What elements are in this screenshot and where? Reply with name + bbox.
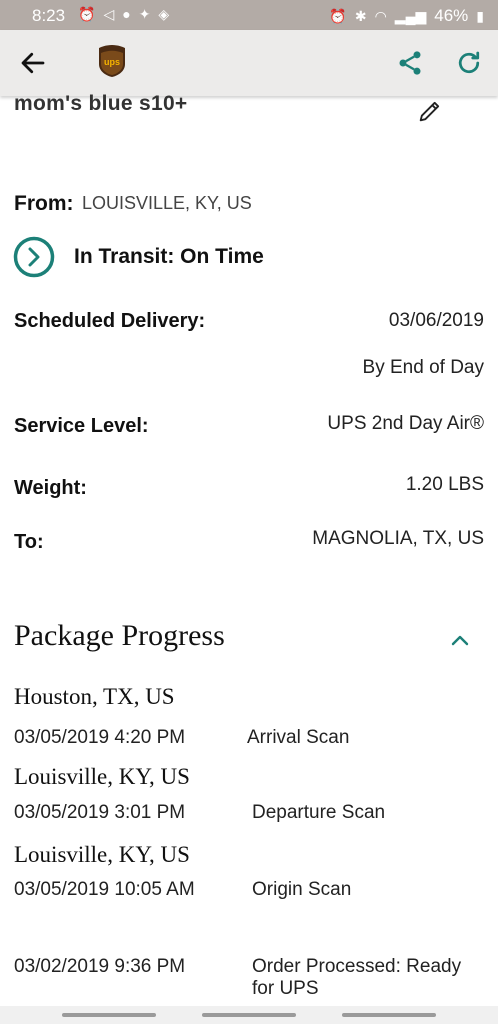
status-bar: 8:23 ⏰ ◁ ● ✦ ◈ ⏰ ✱ ◠ ▂▄▆ 46% ▮	[0, 0, 498, 30]
package-nickname: mom's blue s10+	[14, 92, 188, 115]
ups-logo-text: ups	[104, 57, 120, 67]
progress-event-datetime: 03/05/2019 10:05 AM	[14, 879, 195, 900]
signal-icon: ▂▄▆	[394, 7, 427, 24]
service-level-label: Service Level:	[14, 415, 149, 437]
arrow-left-icon[interactable]	[18, 48, 48, 78]
nav-back-button[interactable]	[342, 1013, 436, 1017]
progress-event-datetime: 03/05/2019 3:01 PM	[14, 802, 186, 823]
battery-level: 46%	[434, 6, 469, 25]
to-label: To:	[14, 531, 44, 553]
progress-event-datetime: 03/02/2019 9:36 PM	[14, 956, 186, 977]
progress-location: Louisville, KY, US	[14, 764, 190, 789]
battery-icon: ▮	[476, 7, 484, 24]
system-nav-bar	[0, 1006, 498, 1024]
progress-event-description: Origin Scan	[252, 879, 352, 900]
alarm-icon: ⏰	[329, 7, 347, 24]
refresh-icon[interactable]	[454, 48, 484, 78]
shipment-status: In Transit: On Time	[74, 245, 264, 268]
twitter-icon: ✦	[138, 6, 151, 22]
wifi-icon: ◠	[374, 7, 387, 24]
app-bar: ups	[0, 30, 498, 96]
scheduled-delivery-time: By End of Day	[362, 357, 484, 378]
wifi-shield-icon: ◈	[158, 6, 170, 22]
alarm-icon: ⏰	[78, 6, 96, 22]
nav-recent-button[interactable]	[62, 1013, 156, 1017]
scheduled-delivery-label: Scheduled Delivery:	[14, 310, 206, 332]
status-right-icons: ⏰ ✱ ◠ ▂▄▆ 46% ▮	[329, 6, 484, 26]
progress-event-description: Arrival Scan	[247, 727, 350, 748]
to-value: MAGNOLIA, TX, US	[312, 528, 484, 549]
pencil-icon[interactable]	[416, 96, 444, 126]
service-level-value: UPS 2nd Day Air®	[327, 413, 484, 434]
weight-value: 1.20 LBS	[405, 474, 484, 495]
package-progress-title: Package Progress	[14, 619, 225, 652]
progress-event-datetime: 03/05/2019 4:20 PM	[14, 727, 186, 748]
share-icon[interactable]	[396, 48, 424, 78]
status-left-icons: ⏰ ◁ ● ✦ ◈	[78, 6, 169, 23]
progress-location: Louisville, KY, US	[14, 842, 190, 867]
nav-home-button[interactable]	[202, 1013, 296, 1017]
bluetooth-icon: ✱	[354, 7, 367, 24]
progress-location: Houston, TX, US	[14, 684, 175, 709]
volume-icon: ◁	[103, 6, 115, 22]
ups-logo: ups	[99, 45, 125, 77]
progress-event-description: Order Processed: Ready for UPS	[252, 956, 462, 999]
status-time: 8:23	[32, 6, 66, 25]
from-value: LOUISVILLE, KY, US	[82, 193, 252, 213]
in-transit-icon	[13, 236, 55, 278]
weight-label: Weight:	[14, 477, 87, 499]
progress-event-description: Departure Scan	[252, 802, 386, 823]
from-label: From:	[14, 192, 74, 215]
chevron-up-icon[interactable]	[450, 633, 470, 647]
scheduled-delivery-value: 03/06/2019	[388, 310, 484, 331]
notification-icon: ●	[122, 6, 131, 22]
